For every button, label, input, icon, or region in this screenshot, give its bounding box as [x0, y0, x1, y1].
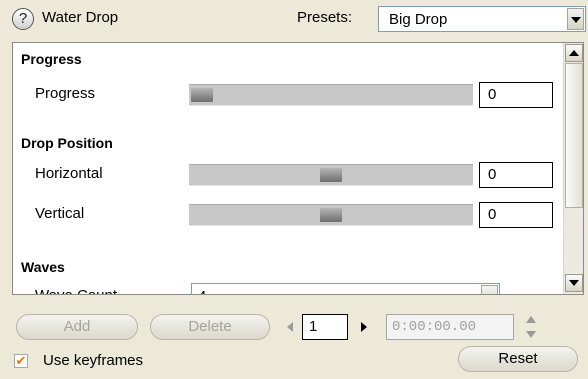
spin-up-icon[interactable]	[526, 316, 536, 323]
vertical-slider-thumb[interactable]	[320, 208, 342, 222]
horizontal-slider-thumb[interactable]	[320, 168, 342, 182]
scroll-up-icon[interactable]	[565, 44, 583, 62]
section-heading-progress: Progress	[21, 51, 82, 67]
reset-button[interactable]: Reset	[458, 346, 578, 372]
progress-slider[interactable]	[189, 84, 473, 106]
vertical-input[interactable]: 0	[479, 202, 553, 228]
section-heading-waves: Waves	[21, 259, 65, 275]
delete-keyframe-button[interactable]: Delete	[150, 314, 270, 340]
vertical-label: Vertical	[35, 205, 85, 222]
presets-dropdown[interactable]: Big Drop	[378, 6, 586, 32]
chevron-down-icon[interactable]	[481, 285, 498, 294]
use-keyframes-checkbox[interactable]: ✔	[14, 354, 28, 368]
spin-down-icon[interactable]	[526, 331, 536, 338]
previous-frame-icon[interactable]	[287, 322, 293, 332]
wave-count-dropdown[interactable]: 4	[191, 283, 500, 294]
wave-count-value: 4	[198, 288, 206, 294]
use-keyframes-label: Use keyframes	[43, 352, 144, 369]
progress-slider-thumb[interactable]	[191, 88, 213, 102]
scrollbar-thumb[interactable]	[565, 63, 583, 208]
horizontal-input[interactable]: 0	[479, 162, 553, 188]
progress-input[interactable]: 0	[479, 82, 553, 108]
horizontal-label: Horizontal	[35, 165, 103, 182]
next-frame-icon[interactable]	[361, 322, 367, 332]
scroll-down-icon[interactable]	[565, 274, 583, 292]
chevron-down-icon[interactable]	[567, 8, 584, 30]
timecode-input[interactable]: 0:00:00.00	[386, 314, 514, 340]
progress-label: Progress	[35, 85, 96, 102]
presets-label: Presets:	[297, 9, 353, 26]
horizontal-slider[interactable]	[189, 164, 473, 186]
wave-count-label: Wave Count	[35, 287, 117, 294]
vertical-slider[interactable]	[189, 204, 473, 226]
vertical-scrollbar[interactable]	[563, 43, 583, 294]
frame-number-input[interactable]: 1	[302, 314, 348, 340]
parameters-panel: Progress Progress 0 Drop Position Horizo…	[12, 42, 584, 295]
help-icon[interactable]: ?	[12, 8, 34, 30]
presets-selected-value: Big Drop	[389, 11, 448, 28]
effect-title: Water Drop	[42, 9, 119, 26]
add-keyframe-button[interactable]: Add	[16, 314, 138, 340]
section-heading-drop-position: Drop Position	[21, 135, 113, 151]
